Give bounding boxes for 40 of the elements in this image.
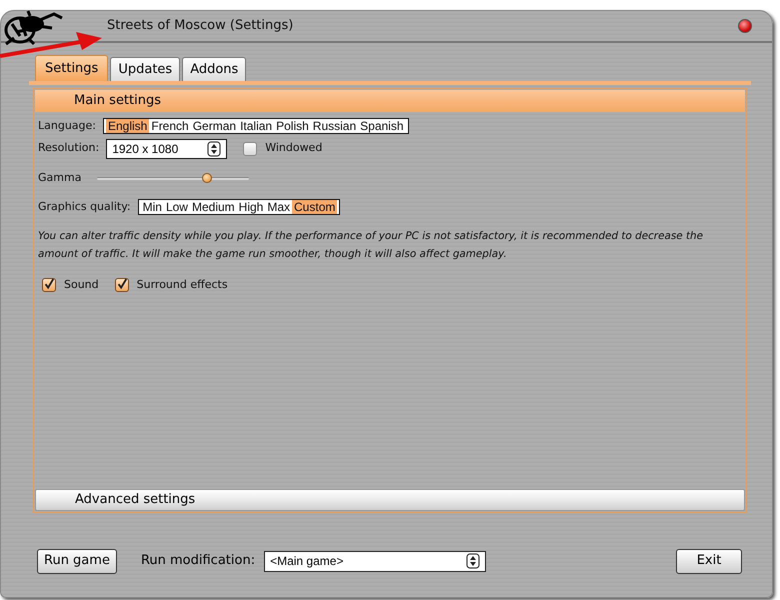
language-option[interactable]: Spanish bbox=[358, 119, 406, 133]
bug-logo bbox=[2, 10, 64, 46]
language-option[interactable]: Russian bbox=[310, 119, 358, 133]
tab[interactable]: Updates bbox=[110, 57, 180, 81]
close-button[interactable] bbox=[738, 19, 752, 33]
graphics-quality-label: Graphics quality: bbox=[38, 198, 131, 215]
exit-button[interactable]: Exit bbox=[676, 548, 742, 574]
quality-option[interactable]: Custom bbox=[292, 200, 338, 214]
checkbox-label: Sound bbox=[64, 276, 99, 293]
resolution-select[interactable]: 1920 x 1080 bbox=[106, 138, 228, 158]
run-modification-label: Run modification: bbox=[140, 552, 256, 570]
tab[interactable]: Settings bbox=[35, 55, 108, 81]
windowed-checkbox[interactable] bbox=[243, 142, 258, 156]
spinner-icon bbox=[466, 553, 480, 569]
slider-thumb[interactable] bbox=[202, 172, 212, 182]
language-option[interactable]: English bbox=[106, 119, 150, 133]
info-text: You can alter traffic density while you play. If the performance of your PC is not satisfactory, it is recommended to decrease the amount of traffic. It will make the game run smoother, though it will also affect gameplay. bbox=[38, 229, 704, 262]
resolution-label: Resolution: bbox=[38, 140, 100, 156]
spinner-icon bbox=[207, 140, 222, 156]
checkbox-label: Surround effects bbox=[136, 276, 228, 293]
gamma-label: Gamma bbox=[38, 170, 82, 186]
language-label: Language: bbox=[38, 118, 96, 134]
language-option[interactable]: German bbox=[190, 119, 238, 133]
checkbox[interactable] bbox=[114, 278, 129, 292]
language-option[interactable]: Polish bbox=[274, 119, 311, 133]
language-option[interactable]: Italian bbox=[238, 119, 274, 133]
section-header[interactable]: Main settings bbox=[35, 90, 745, 112]
modification-select[interactable]: <Main game> bbox=[264, 550, 486, 572]
quality-option[interactable]: High bbox=[236, 200, 266, 214]
tab[interactable]: Addons bbox=[182, 57, 246, 81]
section-header[interactable]: Advanced settings bbox=[35, 489, 745, 511]
checkbox[interactable] bbox=[42, 278, 56, 292]
window-title: Streets of Moscow (Settings) bbox=[107, 17, 294, 36]
quality-option[interactable]: Min bbox=[140, 200, 164, 214]
quality-option[interactable]: Max bbox=[265, 200, 292, 214]
quality-option[interactable]: Medium bbox=[190, 200, 237, 214]
quality-option[interactable]: Low bbox=[164, 200, 190, 214]
windowed-label: Windowed bbox=[265, 140, 322, 156]
language-option[interactable]: French bbox=[149, 119, 191, 133]
run-game-button[interactable]: Run game bbox=[37, 548, 117, 574]
